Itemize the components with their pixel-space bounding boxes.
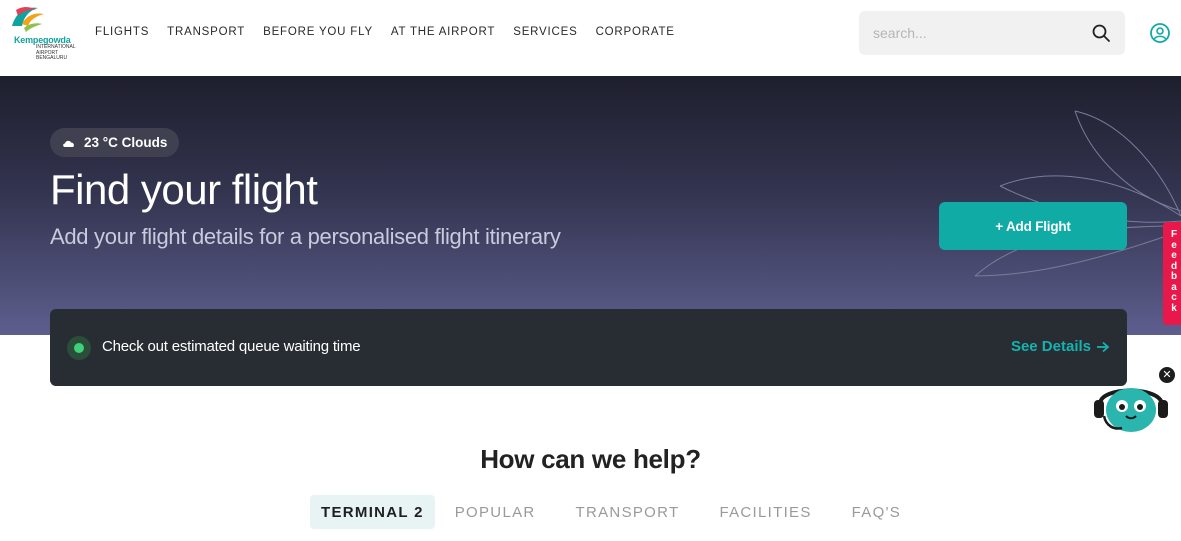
nav-transport[interactable]: TRANSPORT (167, 26, 245, 38)
feedback-letter: e (1171, 250, 1177, 261)
see-details-label: See Details (1010, 338, 1091, 355)
weather-text: 23 °C Clouds (84, 135, 168, 150)
see-details-link[interactable]: See Details (1011, 338, 1110, 355)
page-title: Find your flight (50, 166, 318, 213)
cloud-icon (63, 140, 74, 147)
tab-popular[interactable]: POPULAR (444, 495, 547, 529)
queue-text: Check out estimated queue waiting time (102, 338, 361, 355)
nav-before-you-fly[interactable]: BEFORE YOU FLY (263, 26, 373, 38)
close-chatbot-icon[interactable]: ✕ (1159, 367, 1175, 383)
tab-terminal-2[interactable]: TERMINAL 2 (310, 495, 435, 529)
arrow-right-icon (1097, 341, 1110, 352)
search-box (859, 11, 1125, 55)
hero-section: 23 °C Clouds Find your flight Add your f… (0, 76, 1181, 335)
feedback-letter: b (1170, 271, 1178, 282)
search-input[interactable] (873, 23, 1073, 43)
weather-badge: 23 °C Clouds (50, 128, 180, 157)
live-status-icon (67, 336, 91, 360)
main-nav: FLIGHTS TRANSPORT BEFORE YOU FLY AT THE … (95, 26, 675, 38)
tab-facilities[interactable]: FACILITIES (708, 495, 822, 529)
help-heading: How can we help? (480, 444, 701, 474)
feedback-letter: k (1171, 302, 1177, 314)
nav-flights[interactable]: FLIGHTS (95, 26, 149, 38)
nav-services[interactable]: SERVICES (513, 26, 577, 38)
nav-corporate[interactable]: CORPORATE (596, 26, 675, 38)
add-flight-button[interactable]: + Add Flight (939, 202, 1127, 250)
logo-mark-icon (12, 7, 44, 32)
user-account-icon[interactable] (1149, 22, 1171, 44)
airport-logo[interactable]: Kempegowda International Airport Bengalu… (6, 4, 86, 70)
nav-at-the-airport[interactable]: AT THE AIRPORT (391, 26, 495, 38)
tab-transport[interactable]: TRANSPORT (565, 495, 691, 529)
feedback-letter: c (1171, 292, 1177, 303)
feedback-letter: F (1170, 229, 1178, 240)
search-icon[interactable] (1091, 23, 1111, 43)
queue-banner: Check out estimated queue waiting time S… (50, 309, 1127, 386)
logo-subtitle: International Airport Bengaluru (36, 44, 76, 61)
site-header: Kempegowda International Airport Bengalu… (0, 0, 1181, 76)
feedback-tab[interactable]: F e e d b a c k (1163, 222, 1181, 325)
help-tabs: TERMINAL 2 POPULAR TRANSPORT FACILITIES … (310, 495, 930, 529)
chatbot-avatar-icon[interactable] (1092, 378, 1170, 436)
tab-faqs[interactable]: FAQ'S (841, 495, 912, 529)
page-subtitle: Add your flight details for a personalis… (50, 224, 561, 249)
